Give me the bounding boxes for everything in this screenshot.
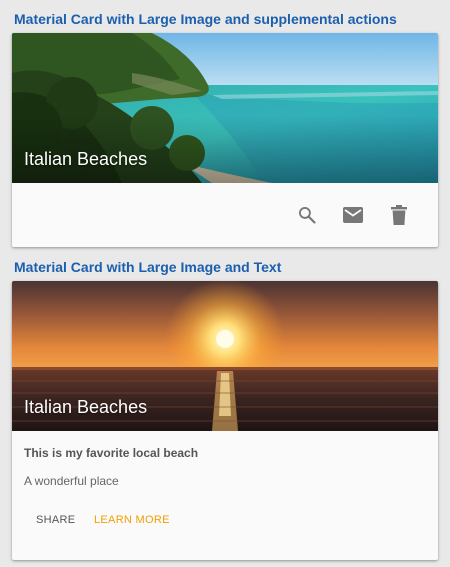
section-title-supplemental-actions: Material Card with Large Image and suppl… — [14, 11, 397, 27]
card-image-and-text: Italian Beaches This is my favorite loca… — [12, 281, 438, 560]
card-supporting-text: This is my favorite local beach A wonder… — [12, 431, 438, 489]
section-title-image-and-text: Material Card with Large Image and Text — [14, 259, 282, 275]
card-supplemental-actions: Italian Beaches — [12, 33, 438, 247]
supporting-title: This is my favorite local beach — [24, 446, 199, 460]
card-actions: SHARE LEARN MORE — [12, 489, 438, 549]
mail-button[interactable] — [340, 202, 366, 228]
card-media-title: Italian Beaches — [24, 149, 148, 169]
card-actions — [12, 183, 438, 247]
card-media-title: Italian Beaches — [24, 397, 148, 417]
learn-more-button[interactable]: LEARN MORE — [94, 513, 170, 527]
supporting-description: A wonderful place — [24, 474, 119, 488]
search-button[interactable] — [294, 202, 320, 228]
search-icon — [299, 207, 316, 224]
card-media-beach-coast: Italian Beaches — [12, 33, 438, 183]
card-media-sunset: Italian Beaches — [12, 281, 438, 431]
delete-button[interactable] — [386, 202, 412, 228]
mail-icon — [343, 207, 363, 223]
share-button[interactable]: SHARE — [36, 513, 75, 527]
delete-icon — [391, 205, 407, 225]
